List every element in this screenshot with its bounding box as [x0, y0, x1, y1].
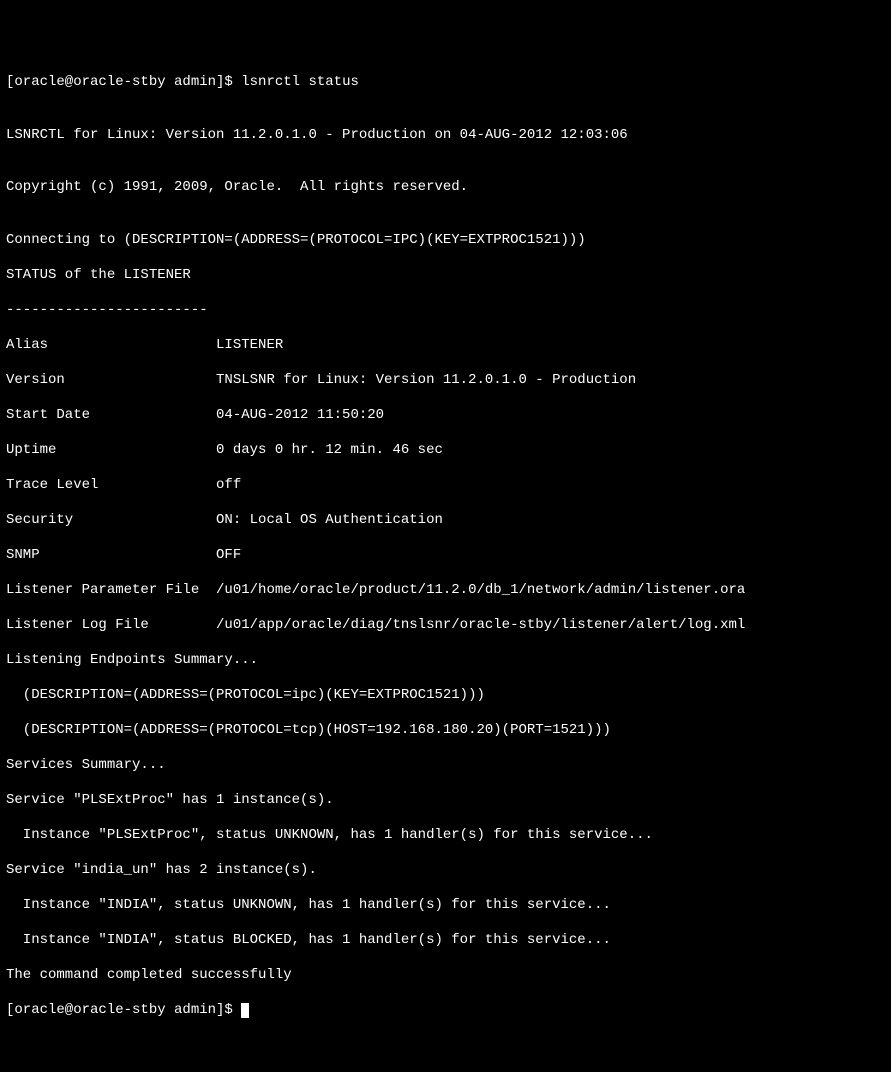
kv-value: TNSLSNR for Linux: Version 11.2.0.1.0 - … — [216, 372, 636, 388]
service-india-un: Service "india_un" has 2 instance(s). — [6, 862, 885, 880]
kv-security: SecurityON: Local OS Authentication — [6, 512, 885, 530]
endpoint-tcp: (DESCRIPTION=(ADDRESS=(PROTOCOL=tcp)(HOS… — [6, 722, 885, 740]
kv-value: 0 days 0 hr. 12 min. 46 sec — [216, 442, 443, 458]
kv-log-file: Listener Log File/u01/app/oracle/diag/tn… — [6, 617, 885, 635]
kv-label: Start Date — [6, 407, 216, 425]
kv-value: LISTENER — [216, 337, 283, 353]
kv-value: OFF — [216, 547, 241, 563]
kv-alias: AliasLISTENER — [6, 337, 885, 355]
kv-value: off — [216, 477, 241, 493]
copyright-line: Copyright (c) 1991, 2009, Oracle. All ri… — [6, 179, 885, 197]
kv-param-file: Listener Parameter File/u01/home/oracle/… — [6, 582, 885, 600]
kv-start-date: Start Date04-AUG-2012 11:50:20 — [6, 407, 885, 425]
instance-india-unknown: Instance "INDIA", status UNKNOWN, has 1 … — [6, 897, 885, 915]
kv-label: Listener Log File — [6, 617, 216, 635]
service-plsextproc: Service "PLSExtProc" has 1 instance(s). — [6, 792, 885, 810]
kv-snmp: SNMPOFF — [6, 547, 885, 565]
kv-uptime: Uptime0 days 0 hr. 12 min. 46 sec — [6, 442, 885, 460]
lsnrctl-header: LSNRCTL for Linux: Version 11.2.0.1.0 - … — [6, 127, 885, 145]
kv-version: VersionTNSLSNR for Linux: Version 11.2.0… — [6, 372, 885, 390]
status-header: STATUS of the LISTENER — [6, 267, 885, 285]
command-text: lsnrctl status — [241, 74, 359, 90]
shell-prompt: [oracle@oracle-stby admin]$ — [6, 74, 241, 90]
kv-value: 04-AUG-2012 11:50:20 — [216, 407, 384, 423]
kv-value: /u01/home/oracle/product/11.2.0/db_1/net… — [216, 582, 745, 598]
endpoints-header: Listening Endpoints Summary... — [6, 652, 885, 670]
dashes-line: ------------------------ — [6, 302, 885, 320]
shell-prompt: [oracle@oracle-stby admin]$ — [6, 1002, 241, 1018]
cursor-icon — [241, 1003, 249, 1018]
prompt-line-2[interactable]: [oracle@oracle-stby admin]$ — [6, 1002, 885, 1020]
kv-label: Version — [6, 372, 216, 390]
kv-value: /u01/app/oracle/diag/tnslsnr/oracle-stby… — [216, 617, 745, 633]
services-header: Services Summary... — [6, 757, 885, 775]
kv-label: Alias — [6, 337, 216, 355]
kv-trace-level: Trace Leveloff — [6, 477, 885, 495]
kv-label: SNMP — [6, 547, 216, 565]
instance-india-blocked: Instance "INDIA", status BLOCKED, has 1 … — [6, 932, 885, 950]
connecting-line: Connecting to (DESCRIPTION=(ADDRESS=(PRO… — [6, 232, 885, 250]
prompt-line-1: [oracle@oracle-stby admin]$ lsnrctl stat… — [6, 74, 885, 92]
kv-label: Security — [6, 512, 216, 530]
completed-line: The command completed successfully — [6, 967, 885, 985]
instance-plsextproc: Instance "PLSExtProc", status UNKNOWN, h… — [6, 827, 885, 845]
kv-label: Trace Level — [6, 477, 216, 495]
endpoint-ipc: (DESCRIPTION=(ADDRESS=(PROTOCOL=ipc)(KEY… — [6, 687, 885, 705]
kv-label: Listener Parameter File — [6, 582, 216, 600]
kv-label: Uptime — [6, 442, 216, 460]
kv-value: ON: Local OS Authentication — [216, 512, 443, 528]
